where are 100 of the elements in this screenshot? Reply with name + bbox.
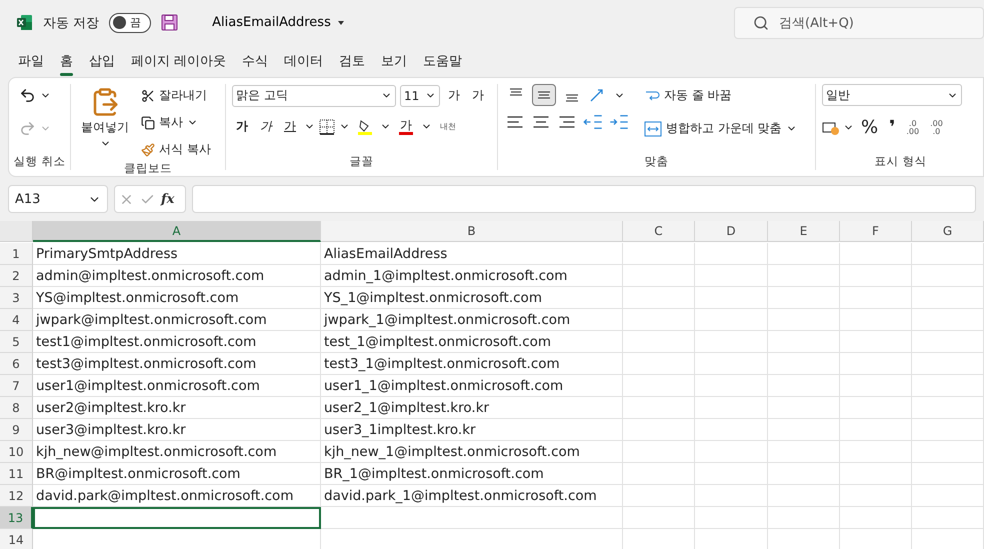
menu-tab[interactable]: 데이터	[276, 48, 332, 74]
menu-tab[interactable]: 삽입	[81, 48, 123, 74]
empty-cell	[623, 353, 695, 375]
caret-icon	[336, 18, 345, 26]
empty-cell	[623, 287, 695, 309]
column-header[interactable]: F	[840, 221, 912, 242]
comma-button[interactable]: ❜	[885, 114, 900, 141]
empty-cell	[623, 243, 695, 265]
row-header[interactable]: 10	[0, 441, 33, 463]
table-cell: user3_1impltest.kro.kr	[321, 419, 623, 441]
row-header[interactable]: 6	[0, 353, 33, 375]
font-size-dropdown[interactable]: 11	[400, 84, 440, 106]
menu-tab[interactable]: 검토	[331, 48, 374, 74]
empty-cell	[912, 463, 984, 485]
autosave-toggle[interactable]: 끔	[109, 12, 152, 32]
copy-button[interactable]: 복사	[137, 111, 215, 134]
row-header[interactable]: 5	[0, 331, 33, 353]
paint-bucket-icon	[358, 118, 372, 134]
formula-input[interactable]	[192, 185, 976, 213]
grow-font-button[interactable]: 가	[444, 84, 464, 107]
column-header[interactable]: E	[768, 221, 840, 242]
underline-button[interactable]: 가	[280, 115, 300, 138]
phonetic-button[interactable]: 내천	[436, 120, 460, 134]
wrap-text-button[interactable]: 자동 줄 바꿈	[640, 84, 801, 107]
align-lines-icon	[564, 94, 580, 102]
increase-indent-icon[interactable]	[608, 112, 630, 132]
row-header[interactable]: 3	[0, 287, 33, 309]
table-cell: admin@impltest.onmicrosoft.com	[33, 265, 321, 287]
italic-button[interactable]: 가	[256, 115, 276, 138]
column-header[interactable]: G	[912, 221, 984, 242]
save-icon[interactable]	[161, 14, 178, 31]
autosave-label: 자동 저장	[43, 14, 100, 32]
table-cell: test3_1@impltest.onmicrosoft.com	[321, 353, 623, 375]
bold-button[interactable]: 가	[232, 115, 252, 138]
excel-logo-icon	[16, 14, 33, 31]
table-cell: david.park@impltest.onmicrosoft.com	[33, 485, 321, 507]
percent-button[interactable]: %	[857, 114, 882, 141]
font-name-dropdown[interactable]: 맑은 고딕	[232, 84, 396, 106]
decrease-indent-icon[interactable]	[582, 112, 604, 132]
accounting-format-icon[interactable]	[822, 120, 840, 136]
empty-cell	[840, 397, 912, 419]
row-header[interactable]: 2	[0, 265, 33, 287]
row-header[interactable]: 1	[0, 243, 33, 265]
empty-cell	[840, 463, 912, 485]
empty-cell	[623, 375, 695, 397]
empty-cell	[623, 309, 695, 331]
column-header[interactable]: C	[623, 221, 695, 242]
align-lines-icon	[508, 88, 524, 96]
copy-icon	[141, 116, 155, 130]
cut-button[interactable]: 잘라내기	[137, 84, 215, 107]
number-format-dropdown[interactable]: 일반	[822, 84, 962, 106]
search-field[interactable]: 검색(Alt+Q)	[734, 6, 984, 38]
empty-cell	[623, 419, 695, 441]
increase-decimal-button[interactable]: .0 .00	[902, 116, 924, 138]
menu-tab[interactable]: 홈	[52, 48, 81, 74]
borders-icon[interactable]	[319, 118, 335, 134]
row-header[interactable]: 11	[0, 463, 33, 485]
empty-cell	[840, 331, 912, 353]
table-cell: jwpark_1@impltest.onmicrosoft.com	[321, 309, 623, 331]
column-header[interactable]: A	[33, 221, 321, 242]
name-box[interactable]: A13	[8, 185, 108, 213]
column-header[interactable]: B	[321, 221, 623, 242]
empty-cell	[912, 331, 984, 353]
row-header[interactable]: 12	[0, 485, 33, 507]
menu-tab[interactable]: 도움말	[415, 48, 470, 74]
empty-cell	[912, 353, 984, 375]
row-header[interactable]: 13	[0, 507, 33, 529]
font-color-button[interactable]: 가	[395, 116, 417, 138]
undo-icon	[19, 87, 36, 104]
empty-cell	[768, 331, 840, 353]
empty-cell	[912, 309, 984, 331]
menu-tab[interactable]: 보기	[373, 48, 416, 74]
table-cell: YS_1@impltest.onmicrosoft.com	[321, 287, 623, 309]
empty-cell	[623, 507, 695, 529]
menu-tab[interactable]: 파일	[10, 48, 52, 74]
menu-tab[interactable]: 수식	[234, 48, 276, 74]
insert-function-label[interactable]: fx	[161, 192, 174, 206]
row-header[interactable]: 7	[0, 375, 33, 397]
format-painter-button[interactable]: 서식 복사	[137, 138, 215, 161]
menu-tab[interactable]: 페이지 레이아웃	[123, 48, 234, 74]
table-cell: user2_1@impltest.kro.kr	[321, 397, 623, 419]
empty-cell	[840, 353, 912, 375]
table-cell: PrimarySmtpAddress	[33, 243, 321, 265]
paste-button[interactable]: 붙여넣기	[77, 84, 133, 161]
shrink-font-button[interactable]: 가	[468, 84, 488, 107]
row-header[interactable]: 9	[0, 419, 33, 441]
merge-icon	[644, 120, 662, 136]
table-cell: user1_1@impltest.onmicrosoft.com	[321, 375, 623, 397]
column-header[interactable]: D	[695, 221, 768, 242]
empty-cell	[768, 485, 840, 507]
row-header[interactable]: 14	[0, 529, 33, 549]
vertical-align-button[interactable]	[532, 84, 556, 106]
row-header[interactable]: 4	[0, 309, 33, 331]
search-icon	[753, 14, 769, 30]
empty-cell	[768, 441, 840, 463]
decrease-decimal-button[interactable]: .00 .0	[926, 116, 947, 138]
merge-center-button[interactable]: 병합하고 가운데 맞춤	[640, 117, 801, 140]
row-header[interactable]: 8	[0, 397, 33, 419]
file-name-button[interactable]: AliasEmailAddress	[212, 15, 345, 30]
empty-cell	[768, 397, 840, 419]
